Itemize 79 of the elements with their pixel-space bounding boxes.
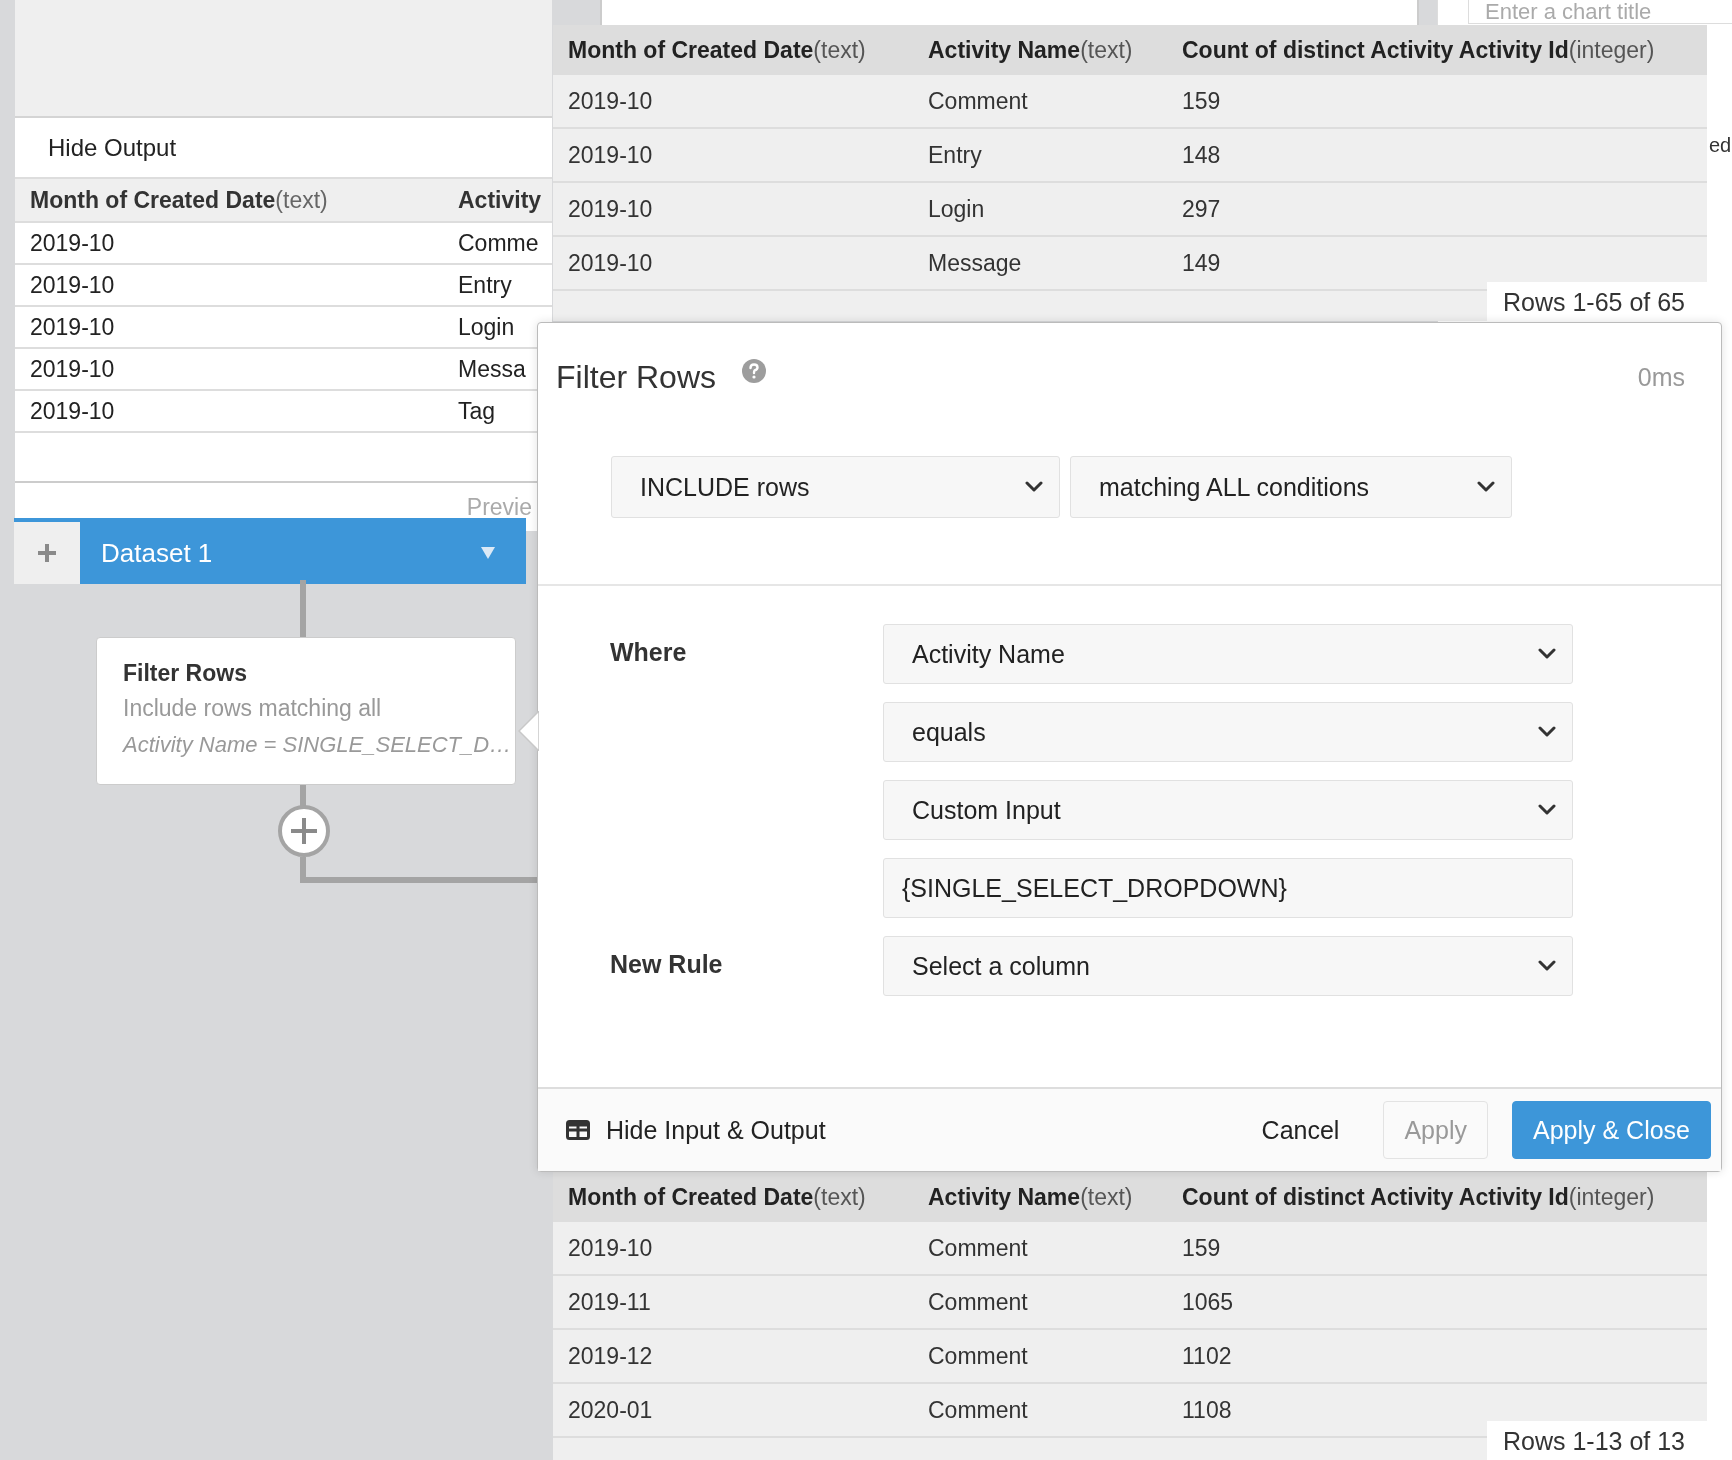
table-cell-text: 159 [1181, 87, 1222, 115]
table-cell-text: 2019-11 [567, 1288, 652, 1316]
table-cell-text: 1102 [1181, 1342, 1233, 1370]
table-cell-text: 297 [1181, 195, 1222, 223]
table-cell-text: 159 [1181, 1234, 1222, 1262]
table-cell-text: 2019-10 [29, 355, 116, 383]
row-count: Rows 1-13 of 13 [1486, 1421, 1707, 1460]
column-header: Count of distinct Activity Activity Id(integer) [1181, 1183, 1656, 1211]
table-cell-text: 2019-10 [567, 87, 654, 115]
table-cell-text: 2019-10 [29, 271, 116, 299]
table-cell-text: Login [927, 195, 986, 223]
table-cell-text: 2019-10 [29, 397, 116, 425]
table-cell-text: Comme [457, 229, 540, 257]
label-fragment: ed [1709, 134, 1732, 157]
step-summary: Include rows matching all [123, 695, 383, 722]
table-cell-text: 2019-10 [567, 249, 654, 277]
table-cell-text: 2019-12 [567, 1342, 654, 1370]
mode-select[interactable]: matching ALL conditions [1070, 456, 1512, 518]
table-cell-text: Message [927, 249, 1023, 277]
column-header: Activity Name(text) [927, 36, 1134, 64]
cancel-link[interactable]: Cancel [1241, 1101, 1360, 1159]
table-cell-text: 2020-01 [567, 1396, 654, 1424]
table-cell-text: Comment [927, 1342, 1029, 1370]
table-cell-text: Comment [927, 1396, 1029, 1424]
hide-input-output-button[interactable]: Hide Input & Output [566, 1115, 826, 1145]
table-cell-text: 2019-10 [29, 229, 116, 257]
mode-select[interactable]: INCLUDE rows [611, 456, 1060, 518]
dialog-title: Filter Rows [556, 359, 716, 396]
column-header: Month of Created Date(text) [567, 1183, 867, 1211]
column-header: Month of Created Date(text) [567, 36, 867, 64]
column-header: Count of distinct Activity Activity Id(integer) [1181, 36, 1656, 64]
table-cell-text: Messa [457, 355, 527, 383]
caret-icon [480, 546, 496, 560]
step-title: Filter Rows [123, 660, 248, 687]
table-icon [566, 1120, 590, 1140]
table-cell-text: Entry [457, 271, 513, 299]
connector-line [300, 785, 306, 806]
help-icon[interactable] [742, 359, 766, 383]
plus-icon [36, 542, 58, 564]
table-cell-text: 1065 [1181, 1288, 1235, 1316]
hide-output-button[interactable]: Hide Output [15, 118, 207, 177]
table-cell-text: Comment [927, 1234, 1029, 1262]
filter-step-card[interactable]: Filter Rows Include rows matching all Activity Name = SINGLE_SELECT_D… [96, 637, 516, 785]
chevron-down-icon [1025, 481, 1043, 493]
table-cell-text: 148 [1181, 141, 1222, 169]
chevron-down-icon [1477, 481, 1495, 493]
rule-label: Where [609, 637, 688, 668]
chevron-down-icon [1538, 726, 1556, 738]
value-input-field[interactable]: {SINGLE_SELECT_DROPDOWN} [883, 858, 1573, 918]
table-cell-text: Comment [927, 1288, 1029, 1316]
chevron-down-icon [1538, 960, 1556, 972]
table-cell-text: Comment [927, 87, 1029, 115]
table-cell-text: Login [457, 313, 516, 341]
table-cell-text: 2019-10 [567, 195, 654, 223]
table-cell-text: 2019-10 [567, 1234, 654, 1262]
step-condition: Activity Name = SINGLE_SELECT_D… [123, 731, 513, 759]
timing-label: 0ms [1637, 363, 1685, 392]
connector-line [300, 580, 306, 637]
table-cell-text: Entry [927, 141, 983, 169]
rule-select[interactable]: Custom Input [883, 780, 1573, 840]
table-cell-text: Tag [457, 397, 497, 425]
rule-label: New Rule [609, 949, 724, 980]
column-select[interactable]: Select a column [883, 936, 1573, 996]
table-cell-text: 1108 [1181, 1396, 1233, 1424]
column-header: Month of Created Date(text) [29, 186, 329, 214]
preview-label: Previe [466, 493, 532, 521]
chart-title-field[interactable]: Enter a chart title [1468, 0, 1732, 24]
chevron-down-icon [1538, 648, 1556, 660]
chevron-down-icon [1538, 804, 1556, 816]
add-step-button[interactable] [278, 805, 330, 857]
row-count: Rows 1-65 of 65 [1486, 282, 1707, 321]
table-cell-text: 2019-10 [567, 141, 654, 169]
column-header: Activity [457, 186, 543, 214]
rule-select[interactable]: equals [883, 702, 1573, 762]
table-cell-text: 2019-10 [29, 313, 116, 341]
table-cell-text: 149 [1181, 249, 1222, 277]
add-dataset-button[interactable] [14, 522, 80, 584]
rule-select[interactable]: Activity Name [883, 624, 1573, 684]
column-header: Activity Name(text) [927, 1183, 1134, 1211]
